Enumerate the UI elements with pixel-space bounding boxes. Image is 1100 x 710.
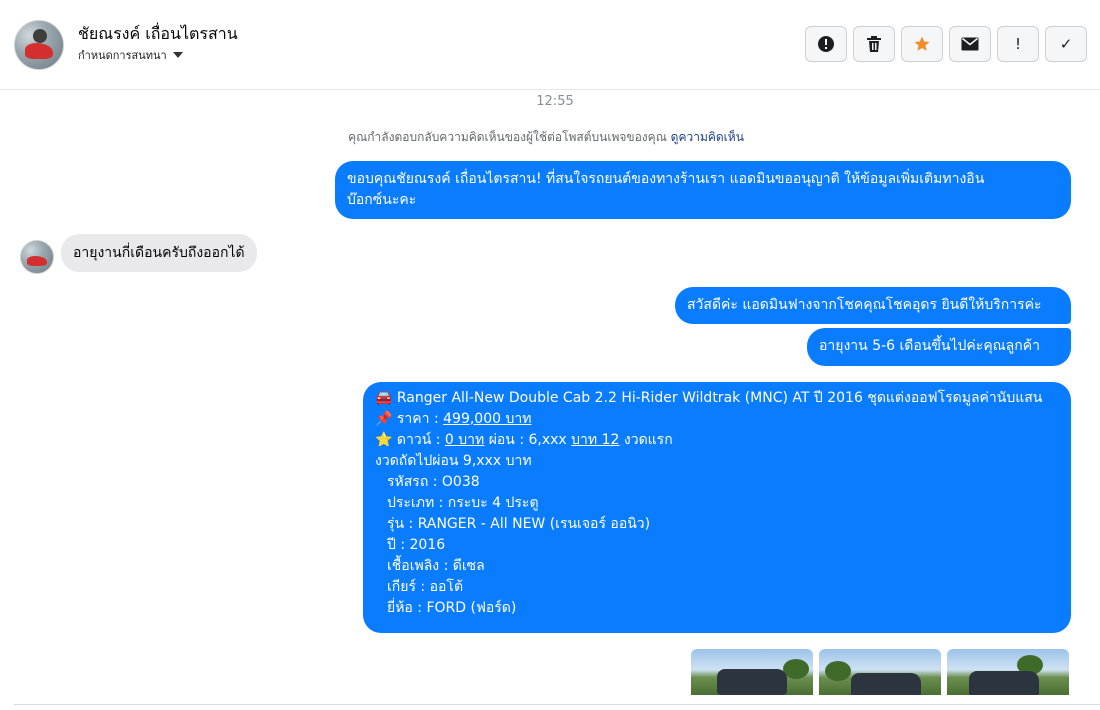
listing-year: ปี : 2016 (387, 537, 446, 553)
message-text: สวัสดีค่ะ แอดมินฟางจากโชคคุณโชคอุดร ยินด… (687, 297, 1042, 313)
caret-down-icon (172, 52, 183, 58)
sender-avatar[interactable] (20, 240, 54, 274)
conversation-settings-label: กำหนดการสนทนา (78, 49, 167, 62)
listing-fuel: เชื้อเพลิง : ดีเซล (387, 558, 485, 574)
message-text: ขอบคุณชัยณรงค์ เถื่อนไตรสาน! ที่สนใจรถยน… (347, 171, 985, 187)
conversation-header: ชัยณรงค์ เถื่อนไตรสาน กำหนดการสนทนา ! ✓ (0, 0, 1100, 90)
star-button[interactable] (901, 26, 943, 62)
delete-button[interactable] (853, 26, 895, 62)
trash-icon (867, 36, 881, 52)
listing-down-payment: ⭐ ดาวน์ : 0 บาท ผ่อน : 6,xxx บาท 12 งวดแ… (375, 430, 1059, 451)
incoming-message[interactable]: อายุงานกี่เดือนครับถึงออกได้ (61, 234, 257, 272)
listing-title: 🚘 Ranger All-New Double Cab 2.2 Hi-Rider… (375, 388, 1059, 409)
header-actions: ! ✓ (805, 26, 1087, 62)
down-label: ดาวน์ : (396, 432, 445, 448)
mark-done-button[interactable]: ✓ (1045, 26, 1087, 62)
envelope-icon (961, 37, 979, 51)
reply-context-notice: คุณกำลังตอบกลับความคิดเห็นของผู้ใช้ต่อโพ… (0, 128, 1092, 147)
listing-title-text: Ranger All-New Double Cab 2.2 Hi-Rider W… (396, 390, 1043, 406)
outgoing-message[interactable]: สวัสดีค่ะ แอดมินฟางจากโชคคุณโชคอุดร ยินด… (675, 287, 1071, 324)
message-text: บ๊อกซ์นะคะ (347, 192, 417, 208)
outgoing-message[interactable]: ขอบคุณชัยณรงค์ เถื่อนไตรสาน! ที่สนใจรถยน… (335, 161, 1071, 219)
mark-unread-button[interactable] (949, 26, 991, 62)
installment-value: บาท 12 (571, 432, 620, 448)
down-value: 0 บาท (444, 432, 485, 448)
view-comment-link[interactable]: ดูความคิดเห็น (671, 130, 744, 144)
installment-label: ผ่อน : 6,xxx (484, 432, 572, 448)
car-photo-thumbnail[interactable] (947, 649, 1069, 695)
car-listing-message[interactable]: 🚘 Ranger All-New Double Cab 2.2 Hi-Rider… (363, 382, 1071, 633)
pin-emoji-icon: 📌 (375, 411, 393, 427)
listing-brand: ยี่ห้อ : FORD (ฟอร์ด) (387, 600, 517, 616)
first-term-text: งวดแรก (619, 432, 673, 448)
contact-name[interactable]: ชัยณรงค์ เถื่อนไตรสาน (78, 22, 238, 47)
checkmark-icon: ✓ (1059, 35, 1073, 53)
star-icon (914, 36, 930, 51)
message-text: อายุงานกี่เดือนครับถึงออกได้ (73, 245, 245, 261)
price-label: ราคา : (396, 411, 444, 427)
message-text: อายุงาน 5-6 เดือนขึ้นไปค่ะคุณลูกค้า (819, 338, 1040, 354)
listing-price: 📌 ราคา : 499,000 บาท (375, 409, 1059, 430)
follow-up-button[interactable]: ! (997, 26, 1039, 62)
exclamation-icon: ! (1014, 35, 1021, 53)
star-emoji-icon: ⭐ (375, 432, 393, 448)
car-photo-thumbnail[interactable] (819, 649, 941, 695)
car-photo-thumbnail[interactable] (691, 649, 813, 695)
conversation-settings-dropdown[interactable]: กำหนดการสนทนา (78, 46, 183, 64)
listing-model: รุ่น : RANGER - All NEW (เรนเจอร์ ออนิว) (387, 516, 651, 532)
contact-avatar[interactable] (14, 20, 64, 70)
alert-circle-icon (818, 36, 834, 52)
listing-gear: เกียร์ : ออโต้ (387, 579, 464, 595)
listing-code: รหัสรถ : O038 (387, 474, 480, 490)
car-emoji-icon: 🚘 (375, 390, 393, 406)
next-term-text: งวดถัดไปผ่อน 9,xxx บาท (375, 453, 532, 469)
message-timestamp: 12:55 (536, 94, 574, 109)
listing-type: ประเภท : กระบะ 4 ประตู (387, 495, 539, 511)
outgoing-message[interactable]: อายุงาน 5-6 เดือนขึ้นไปค่ะคุณลูกค้า (807, 328, 1071, 366)
price-value: 499,000 บาท (443, 411, 532, 427)
spam-button[interactable] (805, 26, 847, 62)
reply-context-text: คุณกำลังตอบกลับความคิดเห็นของผู้ใช้ต่อโพ… (348, 130, 667, 144)
composer-divider (14, 704, 1100, 710)
